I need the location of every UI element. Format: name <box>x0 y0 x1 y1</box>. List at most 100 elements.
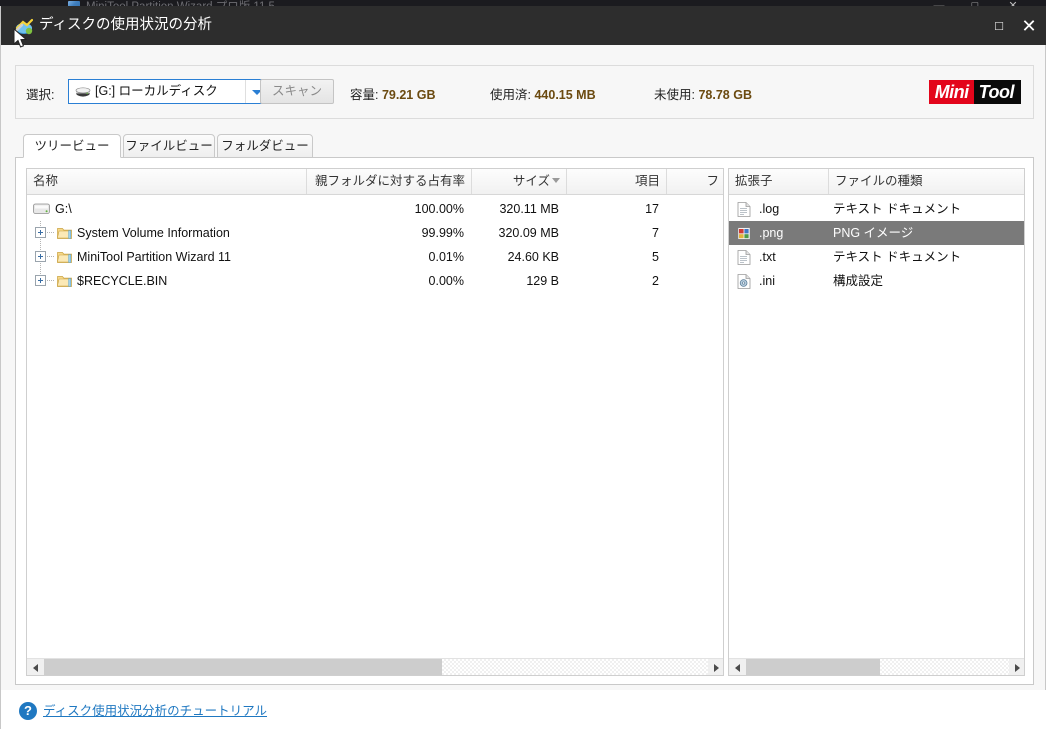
extension-horizontal-scrollbar[interactable] <box>729 658 1024 675</box>
tab-file-view[interactable]: ファイルビュー <box>123 134 215 158</box>
logo-mini-text: Mini <box>928 80 974 104</box>
extension-label: .png <box>759 226 784 240</box>
capacity-label: 容量: <box>350 88 379 102</box>
help-icon[interactable]: ? <box>19 702 37 720</box>
file-type-label: 構成設定 <box>833 274 884 288</box>
tree-item-count: 17 <box>645 202 659 216</box>
scroll-track[interactable] <box>746 659 1009 675</box>
caret-right-icon <box>1015 664 1020 672</box>
file-type-label: テキスト ドキュメント <box>833 202 962 216</box>
extension-label: .txt <box>759 250 776 264</box>
file-type-label: PNG イメージ <box>833 226 914 240</box>
text-file-icon <box>737 250 751 265</box>
scroll-left-button[interactable] <box>729 659 746 675</box>
free-space-value: 78.78 GB <box>698 88 752 102</box>
list-item[interactable]: .png PNG イメージ <box>729 221 1024 245</box>
tree-item-count: 2 <box>652 274 659 288</box>
tree-item-count: 7 <box>652 226 659 240</box>
select-label: 選択: <box>26 88 55 102</box>
text-file-icon <box>737 202 751 217</box>
expand-button[interactable] <box>35 251 46 262</box>
list-item[interactable]: .ini 構成設定 <box>729 269 1024 293</box>
free-space-stat: 未使用: 78.78 GB <box>654 84 752 103</box>
view-tabs: ツリービュー ファイルビュー フォルダビュー <box>15 134 1034 158</box>
scroll-thumb[interactable] <box>746 659 881 675</box>
file-type-label: テキスト ドキュメント <box>833 250 962 264</box>
extension-label: .ini <box>759 274 775 288</box>
caret-right-icon <box>714 664 719 672</box>
drive-icon <box>33 203 50 214</box>
tab-folder-view[interactable]: フォルダビュー <box>217 134 313 158</box>
column-header-items[interactable]: 項目 <box>567 169 667 194</box>
dialog-maximize-button[interactable]: □ <box>987 14 1011 38</box>
folder-icon <box>57 276 72 287</box>
tree-item-label: G:\ <box>55 202 72 216</box>
dialog-title: ディスクの使用状況の分析 <box>39 17 212 33</box>
used-space-stat: 使用済: 440.15 MB <box>490 84 596 103</box>
column-header-name[interactable]: 名称 <box>27 169 307 194</box>
dialog-footer: ? ディスク使用状況分析のチュートリアル <box>1 690 1046 729</box>
caret-left-icon <box>735 664 740 672</box>
list-item[interactable]: .txt テキスト ドキュメント <box>729 245 1024 269</box>
tree-guide-line <box>47 256 55 257</box>
table-row[interactable]: $RECYCLE.BIN 0.00% 129 B 2 <box>27 269 723 293</box>
logo-tool-text: Tool <box>973 80 1021 104</box>
scroll-right-button[interactable] <box>708 659 723 675</box>
column-header-file-type[interactable]: ファイルの種類 <box>829 169 1024 194</box>
free-space-label: 未使用: <box>654 88 695 102</box>
hard-disk-icon <box>75 87 91 97</box>
tree-item-ratio: 0.00% <box>428 274 464 288</box>
tree-item-count: 5 <box>652 250 659 264</box>
folder-icon <box>57 252 72 263</box>
tree-item-label: MiniTool Partition Wizard 11 <box>77 250 231 264</box>
tree-item-ratio: 100.00% <box>414 202 464 216</box>
caret-left-icon <box>33 664 38 672</box>
tab-tree-view[interactable]: ツリービュー <box>23 134 121 158</box>
image-file-icon <box>737 227 751 240</box>
tree-item-label: System Volume Information <box>77 226 230 240</box>
column-header-ratio[interactable]: 親フォルダに対する占有率 <box>307 169 472 194</box>
config-file-icon <box>737 274 751 289</box>
sort-descending-icon <box>552 178 560 183</box>
scroll-right-button[interactable] <box>1009 659 1024 675</box>
column-header-truncated[interactable]: フ <box>667 169 723 194</box>
tutorial-link[interactable]: ディスク使用状況分析のチュートリアル <box>43 702 267 720</box>
tree-horizontal-scrollbar[interactable] <box>27 658 723 675</box>
tree-item-size: 320.11 MB <box>499 202 559 216</box>
extension-label: .log <box>759 202 780 216</box>
list-item[interactable]: .log テキスト ドキュメント <box>729 197 1024 221</box>
column-header-extension[interactable]: 拡張子 <box>729 169 829 194</box>
expand-button[interactable] <box>35 227 46 238</box>
capacity-value: 79.21 GB <box>381 88 436 102</box>
tree-guide-line <box>47 232 55 233</box>
tree-item-label: $RECYCLE.BIN <box>77 274 168 288</box>
table-row[interactable]: System Volume Information 99.99% 320.09 … <box>27 221 723 245</box>
table-row[interactable]: G:\ 100.00% 320.11 MB 17 <box>27 197 723 221</box>
dialog-close-button[interactable]: ✕ <box>1017 14 1041 38</box>
dialog-titlebar: ディスクの使用状況の分析 □ ✕ <box>1 6 1046 48</box>
table-row[interactable]: MiniTool Partition Wizard 11 0.01% 24.60… <box>27 245 723 269</box>
drive-select-value: [G:] ローカルディスク <box>95 84 218 98</box>
scan-button[interactable]: スキャン <box>260 79 334 104</box>
column-header-size[interactable]: サイズ <box>472 169 567 194</box>
scroll-left-button[interactable] <box>27 659 44 675</box>
tree-item-ratio: 0.01% <box>428 250 464 264</box>
disk-analysis-icon <box>13 18 33 35</box>
tree-column-header-row: 名称 親フォルダに対する占有率 サイズ 項目 フ <box>27 169 723 195</box>
analysis-toolbar: 選択: [G:] ローカルディスク スキャン 容量: 79.21 GB 使用済:… <box>15 65 1034 119</box>
folder-icon <box>57 228 72 239</box>
column-header-size-label: サイズ <box>512 174 550 188</box>
minitool-logo: Mini Tool <box>928 80 1021 104</box>
tree-item-size: 24.60 KB <box>507 250 559 264</box>
capacity-stat: 容量: 79.21 GB <box>350 84 435 103</box>
tree-item-size: 320.09 MB <box>498 226 559 240</box>
analysis-content-area: 名称 親フォルダに対する占有率 サイズ 項目 フ G:\ 100.00% 320… <box>15 157 1034 685</box>
scroll-thumb[interactable] <box>44 659 443 675</box>
expand-button[interactable] <box>35 275 46 286</box>
file-extension-panel: 拡張子 ファイルの種類 .log テキスト ドキュメント .png PNG イメ… <box>728 168 1025 676</box>
tree-item-ratio: 99.99% <box>421 226 464 240</box>
tree-item-size: 129 B <box>526 274 559 288</box>
drive-select-dropdown[interactable]: [G:] ローカルディスク <box>68 79 268 104</box>
scroll-track[interactable] <box>44 659 708 675</box>
directory-tree-panel: 名称 親フォルダに対する占有率 サイズ 項目 フ G:\ 100.00% 320… <box>26 168 724 676</box>
